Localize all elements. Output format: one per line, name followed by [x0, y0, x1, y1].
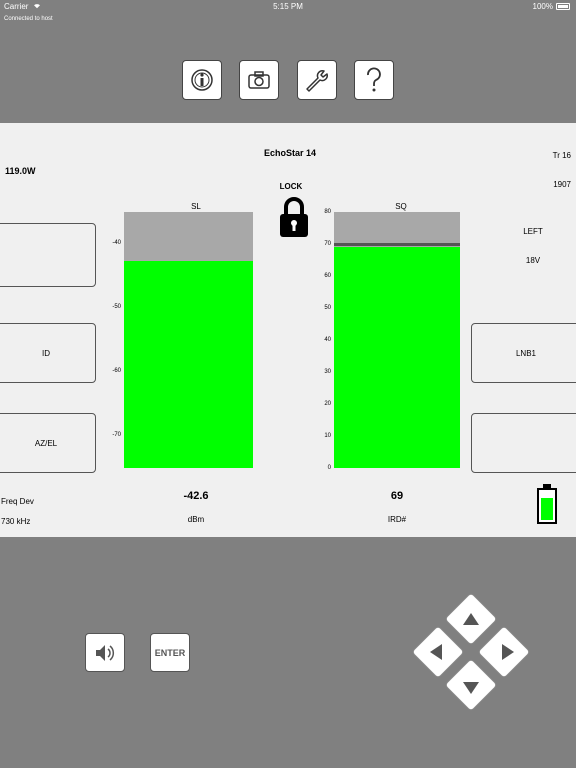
lnb-button[interactable]: LNB1: [471, 323, 576, 383]
sq-tick: 80: [324, 209, 331, 215]
sl-tick: -40: [112, 240, 121, 246]
battery-status: 100%: [533, 2, 570, 11]
sl-meter-fill: [124, 260, 253, 468]
sq-tick: 0: [327, 465, 331, 471]
transponder: Tr 16: [552, 151, 571, 160]
sl-unit: dBm: [187, 515, 205, 524]
sq-tick: 70: [324, 241, 331, 247]
sq-unit: IRD#: [387, 515, 407, 524]
arrow-left-icon: [430, 644, 442, 660]
sound-button[interactable]: [85, 633, 125, 672]
satellite-position: 119.0W: [5, 166, 36, 176]
sq-meter-fill: [334, 247, 460, 468]
arrow-up-icon: [463, 613, 479, 625]
arrow-down-icon: [463, 682, 479, 694]
connection-status: Connected to host: [4, 16, 53, 22]
sl-tick: -70: [112, 432, 121, 438]
sq-tick: 50: [324, 305, 331, 311]
lock-label: LOCK: [279, 182, 303, 191]
azel-button[interactable]: AZ/EL: [0, 413, 96, 473]
polarity: LEFT: [523, 227, 543, 236]
sq-threshold-marker: [334, 243, 460, 246]
right-button-bottom[interactable]: [471, 413, 576, 473]
sl-label: SL: [191, 202, 201, 211]
sq-meter: [334, 212, 460, 468]
id-button[interactable]: ID: [0, 323, 96, 383]
sq-tick: 40: [324, 337, 331, 343]
camera-icon: [248, 71, 270, 89]
sq-tick: 30: [324, 369, 331, 375]
arrow-right-icon: [502, 644, 514, 660]
camera-button[interactable]: [239, 60, 279, 100]
sq-tick: 20: [324, 401, 331, 407]
enter-button[interactable]: ENTER: [150, 633, 190, 672]
sl-tick: -60: [112, 368, 121, 374]
sl-meter: [124, 212, 253, 468]
sl-value: -42.6: [183, 490, 209, 502]
speaker-icon: [96, 644, 115, 661]
freq-dev-label: Freq Dev: [1, 497, 34, 506]
info-icon: [191, 69, 213, 91]
status-bar: Carrier 5:15 PM 100%: [0, 0, 576, 14]
settings-button[interactable]: [297, 60, 337, 100]
voltage: 18V: [525, 256, 541, 265]
info-button[interactable]: [182, 60, 222, 100]
wrench-icon: [306, 70, 328, 92]
satellite-name: EchoStar 14: [263, 148, 317, 158]
lock-icon: [280, 197, 308, 237]
sl-tick: -50: [112, 304, 121, 310]
left-button-top[interactable]: [0, 223, 96, 287]
help-button[interactable]: [354, 60, 394, 100]
battery-icon: [556, 3, 570, 10]
meter-panel: EchoStar 14 119.0W Tr 16 1907 LOCK LEFT …: [0, 123, 576, 537]
sq-label: SQ: [395, 202, 407, 211]
clock: 5:15 PM: [273, 2, 303, 11]
freq-dev-value: 730 kHz: [1, 517, 31, 526]
device-battery-icon: [537, 484, 557, 524]
sq-value: 69: [390, 490, 404, 502]
sq-tick: 60: [324, 273, 331, 279]
help-icon: [367, 67, 381, 92]
sq-tick: 10: [324, 433, 331, 439]
